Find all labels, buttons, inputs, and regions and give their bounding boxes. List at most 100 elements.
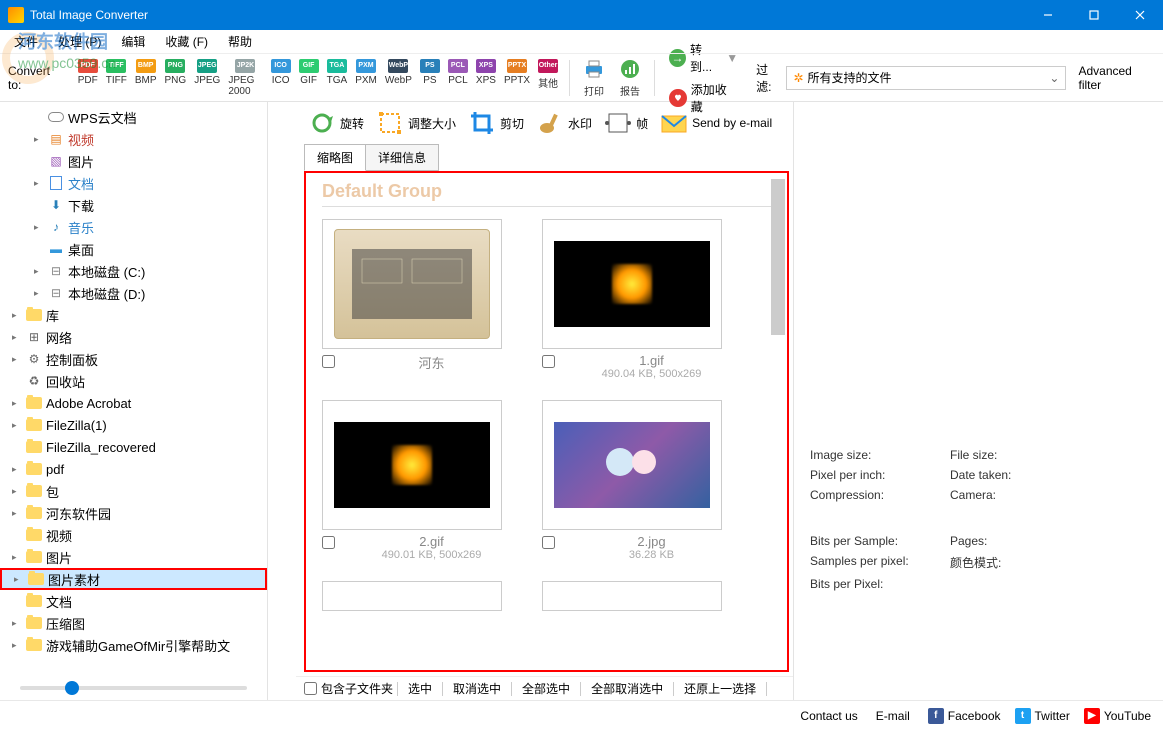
- sidebar-item-24[interactable]: ▸游戏辅助GameOfMir引擎帮助文: [0, 634, 267, 656]
- thumbnail-name: 1.gif: [561, 353, 742, 368]
- thumbnail-info: 490.01 KB, 500x269: [341, 549, 522, 561]
- filter-label: 过滤:: [756, 61, 782, 95]
- format-pcl[interactable]: PCLPCL: [445, 57, 471, 99]
- menu-help[interactable]: 帮助: [220, 31, 260, 52]
- filter-select[interactable]: ✲ 所有支持的文件 ⌄: [786, 66, 1066, 90]
- thumbnail-item[interactable]: 1.gif 490.04 KB, 500x269: [542, 219, 742, 380]
- youtube-link[interactable]: ▶YouTube: [1084, 708, 1151, 724]
- format-webp[interactable]: WebPWebP: [382, 57, 415, 99]
- thumbnail-name: 2.jpg: [561, 534, 742, 549]
- format-pdf[interactable]: PDFPDF: [75, 57, 101, 99]
- email-link[interactable]: E-mail: [876, 709, 910, 723]
- sidebar-item-8[interactable]: ▸⊟本地磁盘 (D:): [0, 282, 267, 304]
- sidebar-item-4[interactable]: ⬇下载: [0, 194, 267, 216]
- report-button[interactable]: 报告: [614, 55, 646, 100]
- frame-button[interactable]: 帧: [600, 105, 652, 141]
- thumbnail-checkbox[interactable]: [322, 536, 335, 549]
- rotate-button[interactable]: 旋转: [304, 105, 368, 141]
- format-png[interactable]: PNGPNG: [162, 57, 190, 99]
- format-ps[interactable]: PSPS: [417, 57, 443, 99]
- select-action-1[interactable]: 选中: [402, 678, 438, 699]
- sidebar-item-12[interactable]: ♻回收站: [0, 370, 267, 392]
- sidebar-item-15[interactable]: FileZilla_recovered: [0, 436, 267, 458]
- sidebar-item-18[interactable]: ▸河东软件园: [0, 502, 267, 524]
- sidebar-item-0[interactable]: WPS云文档: [0, 106, 267, 128]
- sidebar-item-5[interactable]: ▸♪音乐: [0, 216, 267, 238]
- property-row: Image size:File size:: [810, 448, 1147, 462]
- select-action-4[interactable]: 全部取消选中: [585, 678, 669, 699]
- sidebar-item-2[interactable]: ▧图片: [0, 150, 267, 172]
- format-tga[interactable]: TGATGA: [324, 57, 351, 99]
- sidebar-item-1[interactable]: ▸▤视频: [0, 128, 267, 150]
- property-row: Samples per pixel:颜色模式:: [810, 554, 1147, 571]
- close-button[interactable]: [1117, 0, 1163, 30]
- contact-us-link[interactable]: Contact us: [800, 709, 857, 723]
- sidebar-item-9[interactable]: ▸库: [0, 304, 267, 326]
- print-button[interactable]: 打印: [578, 55, 610, 100]
- menu-edit[interactable]: 编辑: [113, 31, 153, 52]
- sidebar-item-14[interactable]: ▸FileZilla(1): [0, 414, 267, 436]
- email-button[interactable]: Send by e-mail: [656, 105, 776, 141]
- sidebar-item-13[interactable]: ▸Adobe Acrobat: [0, 392, 267, 414]
- format-pxm[interactable]: PXMPXM: [352, 57, 380, 99]
- format-ico[interactable]: ICOICO: [268, 57, 294, 99]
- format-tiff[interactable]: TIFFTIFF: [103, 57, 130, 99]
- property-row: Bits per Sample:Pages:: [810, 534, 1147, 548]
- sidebar-item-20[interactable]: ▸图片: [0, 546, 267, 568]
- facebook-link[interactable]: fFacebook: [928, 708, 1001, 724]
- advanced-filter-link[interactable]: Advanced filter: [1078, 64, 1155, 92]
- thumbnail-checkbox[interactable]: [542, 355, 555, 368]
- resize-button[interactable]: 调整大小: [372, 105, 460, 141]
- convert-to-label: Convert to:: [8, 64, 65, 92]
- thumbnail-checkbox[interactable]: [542, 536, 555, 549]
- property-row: Compression:Camera:: [810, 488, 1147, 502]
- sidebar-item-17[interactable]: ▸包: [0, 480, 267, 502]
- thumbnail-name: 2.gif: [341, 534, 522, 549]
- format-bmp[interactable]: BMPBMP: [132, 57, 160, 99]
- menu-file[interactable]: 文件: [6, 31, 46, 52]
- sidebar-item-3[interactable]: ▸文档: [0, 172, 267, 194]
- thumbnail-item[interactable]: 2.jpg 36.28 KB: [542, 400, 742, 561]
- select-action-3[interactable]: 全部选中: [516, 678, 576, 699]
- thumbnail-name: 河东: [341, 353, 522, 372]
- toolbar-divider: [569, 60, 570, 96]
- window-title: Total Image Converter: [30, 8, 1025, 22]
- format-其他[interactable]: Other其他: [535, 57, 561, 99]
- sidebar-item-22[interactable]: 文档: [0, 590, 267, 612]
- menu-process[interactable]: 处理 (P): [50, 31, 109, 52]
- sidebar-item-7[interactable]: ▸⊟本地磁盘 (C:): [0, 260, 267, 282]
- minimize-button[interactable]: [1025, 0, 1071, 30]
- format-jpeg[interactable]: JPEGJPEG: [191, 57, 223, 99]
- select-action-5[interactable]: 还原上一选择: [678, 678, 762, 699]
- thumbnail-info: 490.04 KB, 500x269: [561, 368, 742, 380]
- format-gif[interactable]: GIFGIF: [296, 57, 322, 99]
- sidebar-item-6[interactable]: ▬桌面: [0, 238, 267, 260]
- sidebar-item-21[interactable]: ▸图片素材: [0, 568, 267, 590]
- property-row: Pixel per inch:Date taken:: [810, 468, 1147, 482]
- sidebar-item-23[interactable]: ▸压缩图: [0, 612, 267, 634]
- tab-thumbnails[interactable]: 缩略图: [304, 144, 366, 171]
- app-icon: [8, 7, 24, 23]
- format-xps[interactable]: XPSXPS: [473, 57, 499, 99]
- sidebar-item-10[interactable]: ▸⊞网络: [0, 326, 267, 348]
- thumbnail-checkbox[interactable]: [322, 355, 335, 368]
- thumbs-scrollbar[interactable]: [771, 179, 785, 335]
- include-subfolders[interactable]: 包含子文件夹: [304, 680, 393, 697]
- menu-favorites[interactable]: 收藏 (F): [157, 31, 216, 52]
- watermark-button[interactable]: 水印: [532, 105, 596, 141]
- thumbnail-item[interactable]: 2.gif 490.01 KB, 500x269: [322, 400, 522, 561]
- twitter-link[interactable]: tTwitter: [1015, 708, 1070, 724]
- format-pptx[interactable]: PPTXPPTX: [501, 57, 533, 99]
- select-action-2[interactable]: 取消选中: [447, 678, 507, 699]
- tab-details[interactable]: 详细信息: [366, 144, 439, 171]
- group-title: Default Group: [322, 181, 771, 202]
- format-jpeg 2000[interactable]: JP2KJPEG 2000: [225, 57, 265, 99]
- thumbnail-item[interactable]: 河东: [322, 219, 522, 380]
- sidebar-item-19[interactable]: 视频: [0, 524, 267, 546]
- sidebar-item-11[interactable]: ▸⚙控制面板: [0, 348, 267, 370]
- maximize-button[interactable]: [1071, 0, 1117, 30]
- sidebar-item-16[interactable]: ▸pdf: [0, 458, 267, 480]
- toolbar-divider: [654, 60, 655, 96]
- sidebar-scrollbar[interactable]: [20, 680, 247, 696]
- crop-button[interactable]: 剪切: [464, 105, 528, 141]
